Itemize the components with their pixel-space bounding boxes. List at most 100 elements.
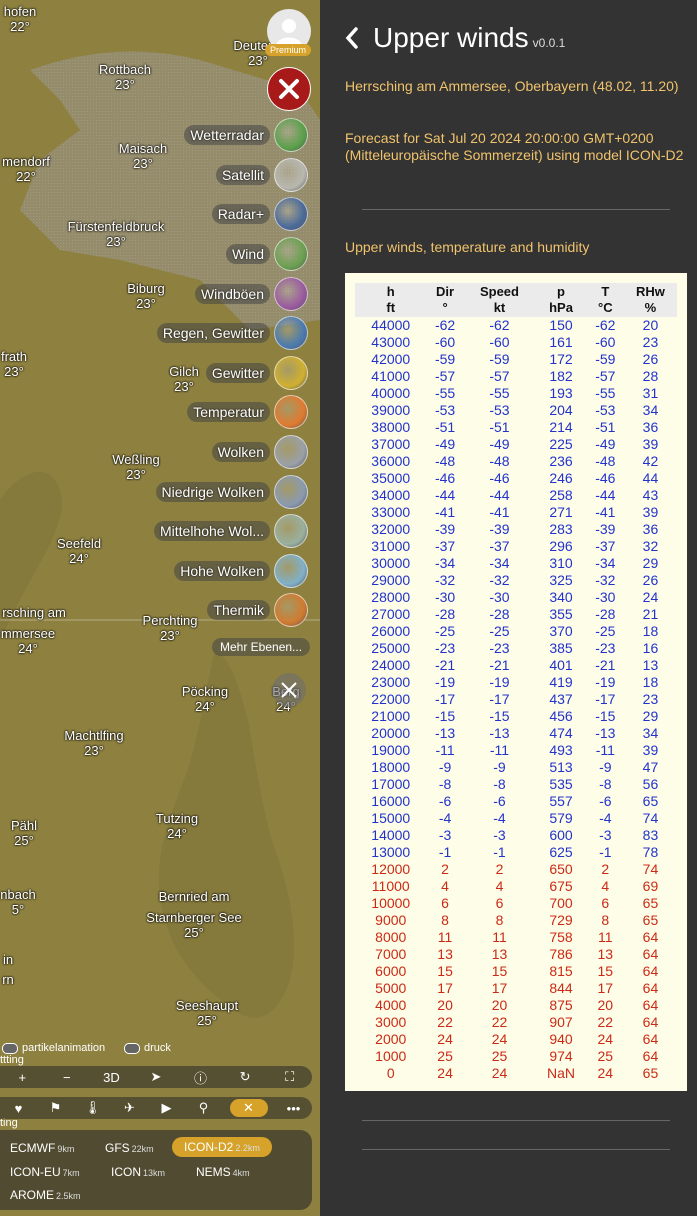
more-icon[interactable]: ••• <box>283 1101 305 1116</box>
column-header: p hPa <box>535 283 587 317</box>
flight-button[interactable] <box>272 673 306 707</box>
layer-item[interactable]: Regen, Gewitter <box>156 315 308 351</box>
layer-item[interactable]: Radar+ <box>211 196 308 232</box>
table-cell: -37 <box>434 538 456 554</box>
column-header: h ft <box>355 283 427 317</box>
rotate-button[interactable]: ↻ <box>234 1069 256 1085</box>
map-town-label: frath 23° <box>1 349 27 379</box>
table-cell: 13 <box>437 946 453 962</box>
table-cell: -25 <box>489 623 510 639</box>
table-cell: -17 <box>595 691 616 707</box>
table-cell: 6000 <box>375 963 407 979</box>
table-row: 44000 -62 -62 150 -62 20 <box>355 317 677 334</box>
table-cell: 2 <box>601 861 610 877</box>
close-tool-button[interactable]: ✕ <box>229 1099 268 1117</box>
table-cell: -11 <box>435 742 455 758</box>
table-cell: 24 <box>491 1031 508 1047</box>
layer-item[interactable]: Temperatur <box>187 394 308 430</box>
table-row: 20000 -13 -13 474 -13 34 <box>355 725 677 742</box>
table-cell: 24 <box>642 589 659 605</box>
layer-label: Temperatur <box>187 402 270 422</box>
fullscreen-button[interactable]: ⛶ <box>279 1069 301 1085</box>
table-row: 22000 -17 -17 437 -17 23 <box>355 691 677 708</box>
table-cell: 11000 <box>371 878 410 894</box>
table-cell: 20 <box>642 317 659 333</box>
layer-item[interactable]: Satellit <box>215 157 308 193</box>
table-cell: 11 <box>437 929 453 945</box>
map-town-label: mmersee 24° <box>1 626 55 656</box>
model-option[interactable]: ICON-EU 7km <box>10 1165 80 1179</box>
layer-item[interactable]: Wind <box>226 236 308 272</box>
layer-item[interactable]: Wetterradar <box>184 117 308 153</box>
locate-button[interactable]: ➤ <box>145 1069 167 1085</box>
table-cell: 8000 <box>375 929 407 945</box>
model-option[interactable]: GFS 22km <box>105 1141 154 1155</box>
model-option[interactable]: ICON 13km <box>111 1165 165 1179</box>
table-cell: 64 <box>642 963 659 979</box>
table-cell: 33000 <box>371 504 411 520</box>
particle-animation-toggle[interactable]: partikelanimation <box>2 1042 105 1054</box>
table-cell: -3 <box>438 827 452 843</box>
map-town-label: Weßling 23° <box>112 452 159 482</box>
model-option[interactable]: AROME 2.5km <box>10 1188 81 1202</box>
table-cell: -8 <box>599 776 612 792</box>
weather-map[interactable]: hofen 22° Deutenh 23° Rottbach 23° Maisach 23° m… <box>0 0 320 1216</box>
wind-thumb-icon <box>274 237 308 271</box>
layer-item[interactable]: Gewitter <box>205 355 308 391</box>
model-option[interactable]: ICON-D2 2.2km <box>172 1137 272 1157</box>
back-button[interactable] <box>344 26 360 57</box>
table-cell: -48 <box>434 453 456 469</box>
table-cell: -34 <box>489 555 510 571</box>
table-cell: 2 <box>441 861 449 877</box>
table-cell: 25 <box>491 1048 508 1064</box>
favorite-icon[interactable]: ♥ <box>8 1101 30 1116</box>
table-row: 32000 -39 -39 283 -39 36 <box>355 521 677 538</box>
model-option[interactable]: ECMWF 9km <box>10 1141 74 1155</box>
layer-item[interactable]: Windböen <box>194 276 308 312</box>
pin-icon[interactable]: ⚲ <box>193 1100 215 1116</box>
pressure-toggle[interactable]: druck <box>124 1042 171 1054</box>
camera-icon[interactable]: ▶ <box>156 1100 178 1116</box>
town-name: Fürstenfeldbruck <box>67 219 165 234</box>
table-cell: 625 <box>549 844 573 860</box>
table-cell: 65 <box>642 912 659 928</box>
flag-icon[interactable]: ⚑ <box>45 1100 67 1116</box>
model-option[interactable]: NEMS 4km <box>196 1165 250 1179</box>
table-cell: 43000 <box>371 334 411 350</box>
table-row: 14000 -3 -3 600 -3 83 <box>355 827 677 844</box>
town-name: Seeshaupt <box>175 998 239 1013</box>
table-cell: -59 <box>434 351 456 367</box>
table-cell: -6 <box>438 793 452 809</box>
table-row: 33000 -41 -41 271 -41 39 <box>355 504 677 521</box>
table-cell: 3000 <box>375 1014 407 1030</box>
toggle-switch-icon <box>124 1042 140 1054</box>
map-town-label: in <box>3 952 13 967</box>
layer-item[interactable]: Wolken <box>211 434 308 470</box>
airplane-icon[interactable]: ✈ <box>119 1100 141 1116</box>
layer-item[interactable]: Hohe Wolken <box>174 553 308 589</box>
layer-item[interactable]: Niedrige Wolken <box>155 474 308 510</box>
table-row: 3000 22 22 907 22 64 <box>355 1014 677 1031</box>
layer-item[interactable]: Mittelhohe Wol... <box>153 513 308 549</box>
high-clouds-thumb-icon <box>274 554 308 588</box>
town-temperature: 23° <box>115 77 135 92</box>
info-button[interactable]: ⓘ <box>190 1068 212 1087</box>
thermometer-icon[interactable]: 🌡 <box>82 1100 104 1116</box>
close-button[interactable] <box>267 67 311 111</box>
table-row: 18000 -9 -9 513 -9 47 <box>355 759 677 776</box>
model-name: ECMWF <box>10 1141 56 1155</box>
3d-button[interactable]: 3D <box>100 1070 122 1085</box>
map-tool-bar: ♥ ⚑ 🌡 ✈ ▶ ⚲ ✕ ••• <box>0 1097 312 1119</box>
table-row: 10000 6 6 700 6 65 <box>355 895 677 912</box>
table-cell: 246 <box>549 470 573 486</box>
table-cell: 8 <box>441 912 449 928</box>
table-cell: 2000 <box>375 1031 407 1047</box>
more-layers-button[interactable]: Mehr Ebenen... <box>212 638 311 656</box>
table-row: 36000 -48 -48 236 -48 42 <box>355 453 677 470</box>
zoom-out-button[interactable]: − <box>56 1070 78 1085</box>
table-cell: 13 <box>642 657 659 673</box>
table-cell: 579 <box>549 810 573 826</box>
layer-item[interactable]: Thermik <box>207 592 308 628</box>
table-cell: 907 <box>549 1014 573 1030</box>
zoom-in-button[interactable]: + <box>11 1070 33 1085</box>
